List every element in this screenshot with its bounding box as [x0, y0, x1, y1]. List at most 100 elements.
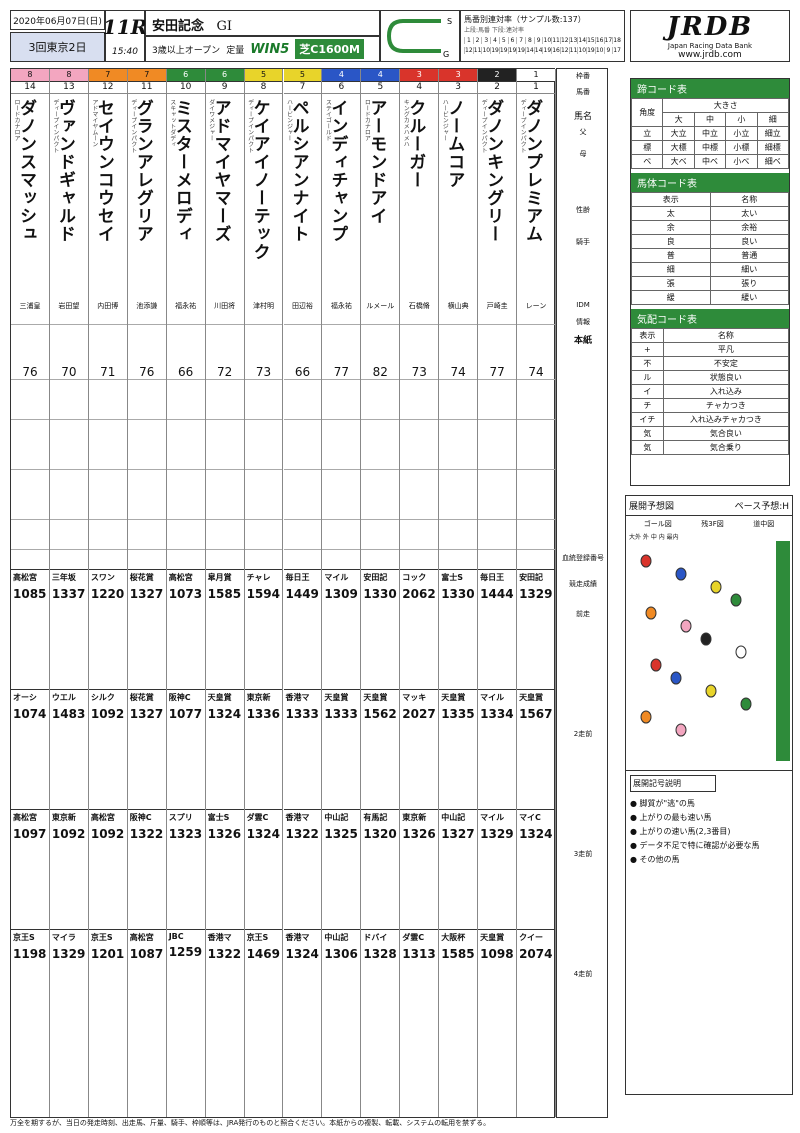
- legend-chichi: 父: [579, 128, 587, 136]
- past-race-cell[interactable]: クイー 2074: [517, 929, 555, 1047]
- sire-name: ステイゴールド: [324, 99, 332, 141]
- horse-name[interactable]: ダノンキングリー: [483, 99, 506, 243]
- hoof-cell: 小ベ: [725, 154, 758, 169]
- past-race-cell[interactable]: シルク 1092: [88, 689, 127, 807]
- horse-name[interactable]: ケイアイノーテック: [250, 99, 273, 261]
- past-race-cell[interactable]: 東京新 1336: [244, 689, 283, 807]
- past-race-cell[interactable]: JBC 1259: [166, 929, 205, 1047]
- past-race-cell[interactable]: 高松宮 1087: [127, 929, 166, 1047]
- past-race-cell[interactable]: 香港マ 1322: [205, 929, 244, 1047]
- past-race-cell[interactable]: ダ霊C 1313: [400, 929, 439, 1047]
- past-race-cell[interactable]: マイル 1334: [478, 689, 517, 807]
- horse-column[interactable]: 8 13 ヴァンドギャルド ディープインパクト 岩田望 70 三年坂 1337 ウエル 1483 東…: [49, 69, 89, 1117]
- past-race-cell[interactable]: 天皇賞 1335: [439, 689, 478, 807]
- past-race-cell[interactable]: 高松宮 1073: [166, 569, 205, 687]
- row-divider: [166, 549, 205, 550]
- horse-name[interactable]: クルーガー: [405, 99, 428, 189]
- row-divider: [361, 519, 400, 520]
- horse-name[interactable]: アドマイヤマーズ: [211, 99, 234, 243]
- past-race-cell[interactable]: スワン 1220: [88, 569, 127, 687]
- past-race-cell[interactable]: 毎日王 1449: [283, 569, 322, 687]
- past-race-cell[interactable]: 中山記 1306: [322, 929, 361, 1047]
- legend-row-6: 3走前: [573, 850, 593, 858]
- past-race-cell[interactable]: 桜花賞 1327: [127, 569, 166, 687]
- past-race-cell[interactable]: 香港マ 1324: [283, 929, 322, 1047]
- horse-name[interactable]: グランアレグリア: [133, 99, 156, 243]
- past-race-cell[interactable]: 安田記 1330: [361, 569, 400, 687]
- horse-column[interactable]: 5 7 ペルシアンナイト ハービンジャー 田辺裕 66 毎日王 1449 香港マ 1333 香港マ 1…: [283, 69, 323, 1117]
- past-race-cell[interactable]: マイル 1329: [478, 809, 517, 927]
- past-race-cell[interactable]: 高松宮 1092: [88, 809, 127, 927]
- horse-column[interactable]: 3 3 ノームコア ハービンジャー 横山典 74 富士S 1330 天皇賞 1335 中山記 1327…: [439, 69, 479, 1117]
- horse-column[interactable]: 3 4 クルーガー キングカメハメハ 石橋脩 73 コック 2062 マッキ 2027 東京新 132…: [400, 69, 440, 1117]
- past-race-cell[interactable]: スプリ 1323: [166, 809, 205, 927]
- past-race-cell[interactable]: 天皇賞 1333: [322, 689, 361, 807]
- horse-name[interactable]: ダノンスマッシュ: [16, 99, 39, 243]
- past-race-cell[interactable]: 天皇賞 1562: [361, 689, 400, 807]
- past-race-cell[interactable]: コック 2062: [400, 569, 439, 687]
- horse-column[interactable]: 4 5 アーモンドアイ ロードカナロア ルメール 82 安田記 1330 天皇賞 1562 有馬記 1…: [361, 69, 401, 1117]
- horse-number: 1: [517, 81, 555, 94]
- horse-name[interactable]: アーモンドアイ: [366, 99, 389, 225]
- horse-name[interactable]: セイウンコウセイ: [94, 99, 117, 243]
- past-race-cell[interactable]: 阪神C 1322: [127, 809, 166, 927]
- past-race-cell[interactable]: 高松宮 1085: [11, 569, 49, 687]
- past-race-cell[interactable]: ダ霊C 1324: [244, 809, 283, 927]
- past-race-cell[interactable]: 京王S 1198: [11, 929, 49, 1047]
- horse-column[interactable]: 1 1 ダノンプレミアム ディープインパクト レーン 74 安田記 1329 天皇賞 1567 マイ…: [517, 69, 556, 1117]
- past-race-time: 1333: [285, 707, 319, 721]
- past-race-cell[interactable]: マイル 1309: [322, 569, 361, 687]
- past-race-cell[interactable]: 高松宮 1097: [11, 809, 49, 927]
- past-race-cell[interactable]: 天皇賞 1324: [205, 689, 244, 807]
- horse-name[interactable]: ダノンプレミアム: [522, 99, 545, 243]
- past-race-cell[interactable]: 香港マ 1322: [283, 809, 322, 927]
- past-race-cell[interactable]: マイラ 1329: [49, 929, 88, 1047]
- past-race-name: 東京新: [51, 813, 76, 822]
- horse-column[interactable]: 2 2 ダノンキングリー ディープインパクト 戸崎圭 77 毎日王 1444 マイル 1334 マイ…: [478, 69, 518, 1117]
- horse-column[interactable]: 7 11 グランアレグリア ディープインパクト 池添謙 76 桜花賞 1327 桜花賞 1327 阪…: [127, 69, 167, 1117]
- past-race-cell[interactable]: 香港マ 1333: [283, 689, 322, 807]
- past-race-cell[interactable]: 皐月賞 1585: [205, 569, 244, 687]
- past-race-cell[interactable]: 中山記 1327: [439, 809, 478, 927]
- past-race-cell[interactable]: ドバイ 1328: [361, 929, 400, 1047]
- horse-column[interactable]: 6 10 ミスターメロディ スキャットダディ 福永祐 66 高松宮 1073 阪神C 1077 スプ…: [166, 69, 206, 1117]
- past-race-name: マイル: [324, 573, 349, 582]
- horse-column[interactable]: 6 9 アドマイヤマーズ ダイワメジャー 川田将 72 皐月賞 1585 天皇賞 1324 富士S 1…: [205, 69, 245, 1117]
- past-race-cell[interactable]: マイC 1324: [517, 809, 555, 927]
- body-code-name: 細い: [709, 262, 789, 277]
- horse-name[interactable]: ヴァンドギャルド: [55, 99, 78, 243]
- past-race-name: 東京新: [246, 693, 271, 702]
- past-race-cell[interactable]: 三年坂 1337: [49, 569, 88, 687]
- jockey-name: ルメール: [366, 302, 395, 310]
- past-race-cell[interactable]: 富士S 1330: [439, 569, 478, 687]
- past-race-cell[interactable]: ウエル 1483: [49, 689, 88, 807]
- horse-name[interactable]: インディチャンプ: [327, 99, 350, 243]
- past-race-cell[interactable]: 東京新 1092: [49, 809, 88, 927]
- horse-column[interactable]: 5 8 ケイアイノーテック ディープインパクト 津村明 73 チャレ 1594 東京新 1336 ダ…: [244, 69, 284, 1117]
- past-race-cell[interactable]: 天皇賞 1567: [517, 689, 555, 807]
- past-race-cell[interactable]: 京王S 1469: [244, 929, 283, 1047]
- past-race-cell[interactable]: 安田記 1329: [517, 569, 555, 687]
- past-race-cell[interactable]: 東京新 1326: [400, 809, 439, 927]
- past-race-cell[interactable]: チャレ 1594: [244, 569, 283, 687]
- jrdb-url[interactable]: www.jrdb.com: [678, 50, 742, 60]
- horse-name[interactable]: ノームコア: [444, 99, 467, 189]
- past-race-cell[interactable]: 阪神C 1077: [166, 689, 205, 807]
- horse-name[interactable]: ペルシアンナイト: [289, 99, 312, 243]
- past-race-time: 1198: [13, 947, 47, 961]
- past-race-cell[interactable]: 毎日王 1444: [478, 569, 517, 687]
- past-race-cell[interactable]: 桜花賞 1327: [127, 689, 166, 807]
- past-race-cell[interactable]: 京王S 1201: [88, 929, 127, 1047]
- past-race-cell[interactable]: 中山記 1325: [322, 809, 361, 927]
- past-race-cell[interactable]: 有馬記 1320: [361, 809, 400, 927]
- horse-name[interactable]: ミスターメロディ: [172, 99, 195, 243]
- horse-column[interactable]: 7 12 セイウンコウセイ アドマイヤムーン 内田博 71 スワン 1220 シルク 1092 高松…: [88, 69, 128, 1117]
- horse-column[interactable]: 8 14 ダノンスマッシュ ロードカナロア 三浦皇 76 高松宮 1085 オーシ 1074 高松宮…: [11, 69, 50, 1117]
- past-race-cell[interactable]: 天皇賞 1098: [478, 929, 517, 1047]
- legend-kettou: 血統登録番号: [562, 554, 604, 562]
- past-race-cell[interactable]: 富士S 1326: [205, 809, 244, 927]
- past-race-cell[interactable]: オーシ 1074: [11, 689, 49, 807]
- past-race-cell[interactable]: 大阪杯 1585: [439, 929, 478, 1047]
- horse-column[interactable]: 4 6 インディチャンプ ステイゴールド 福永祐 77 マイル 1309 天皇賞 1333 中山記 1…: [322, 69, 362, 1117]
- past-race-cell[interactable]: マッキ 2027: [400, 689, 439, 807]
